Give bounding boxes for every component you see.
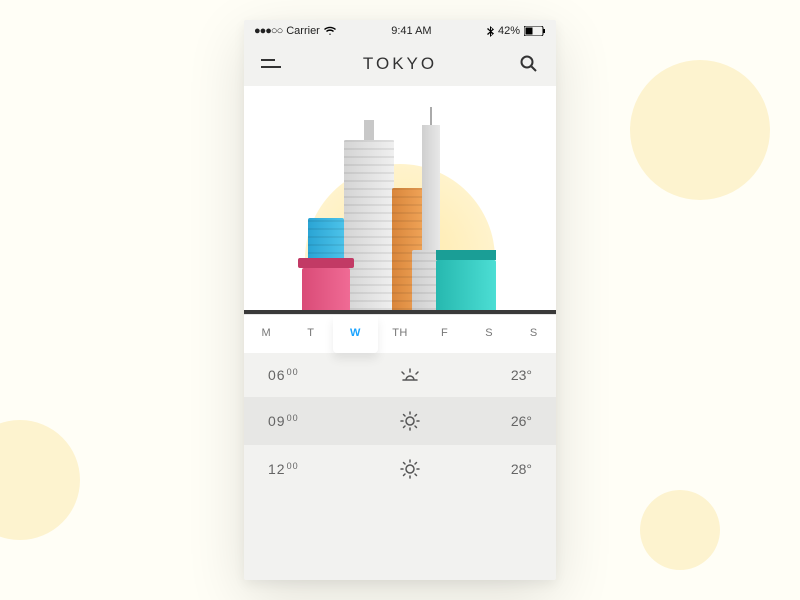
sunrise-icon [338,367,482,383]
city-title: TOKYO [363,54,437,74]
hour-time: 1200 [268,461,338,477]
day-label: S [530,327,538,339]
signal-dots-icon: ●●●○○ [254,25,282,37]
sun-icon [338,459,482,479]
day-tab[interactable]: F [422,315,467,353]
battery-label: 42% [498,25,520,37]
hour-time: 0600 [268,367,338,383]
day-label: M [261,327,271,339]
day-label: T [307,327,314,339]
city-illustration [244,86,556,314]
day-tab[interactable]: T [289,315,334,353]
status-left: ●●●○○ Carrier [254,25,336,37]
day-tab[interactable]: S [467,315,512,353]
hour-row[interactable]: 0600 23° [244,353,556,397]
hour-temp: 26° [482,413,532,429]
navbar: TOKYO [244,42,556,86]
hour-row[interactable]: 0900 26° [244,397,556,445]
day-label: F [441,327,448,339]
day-label: TH [392,327,408,339]
decor-circle [0,420,80,540]
decor-circle [630,60,770,200]
decor-circle [640,490,720,570]
status-bar: ●●●○○ Carrier 9:41 AM 42% [244,20,556,42]
status-time: 9:41 AM [391,25,431,37]
search-icon[interactable] [518,53,540,75]
day-label: W [350,327,361,339]
hour-time: 0900 [268,413,338,429]
hour-row[interactable]: 1200 28° [244,445,556,493]
phone-frame: ●●●○○ Carrier 9:41 AM 42% TOKYO [244,20,556,580]
carrier-label: Carrier [286,25,320,37]
day-label: S [485,327,493,339]
status-right: 42% [487,25,546,37]
day-tab[interactable]: W [333,315,378,353]
sun-icon [338,411,482,431]
battery-icon [524,26,546,36]
day-tab[interactable]: S [511,315,556,353]
hour-temp: 23° [482,367,532,383]
bluetooth-icon [487,26,494,37]
menu-icon[interactable] [260,53,282,75]
day-tab[interactable]: M [244,315,289,353]
hourly-forecast[interactable]: 0600 23° 0900 26° 1200 28° [244,353,556,580]
day-selector: M T W TH F S S [244,314,556,353]
wifi-icon [324,26,336,36]
day-tab[interactable]: TH [378,315,423,353]
hour-temp: 28° [482,461,532,477]
